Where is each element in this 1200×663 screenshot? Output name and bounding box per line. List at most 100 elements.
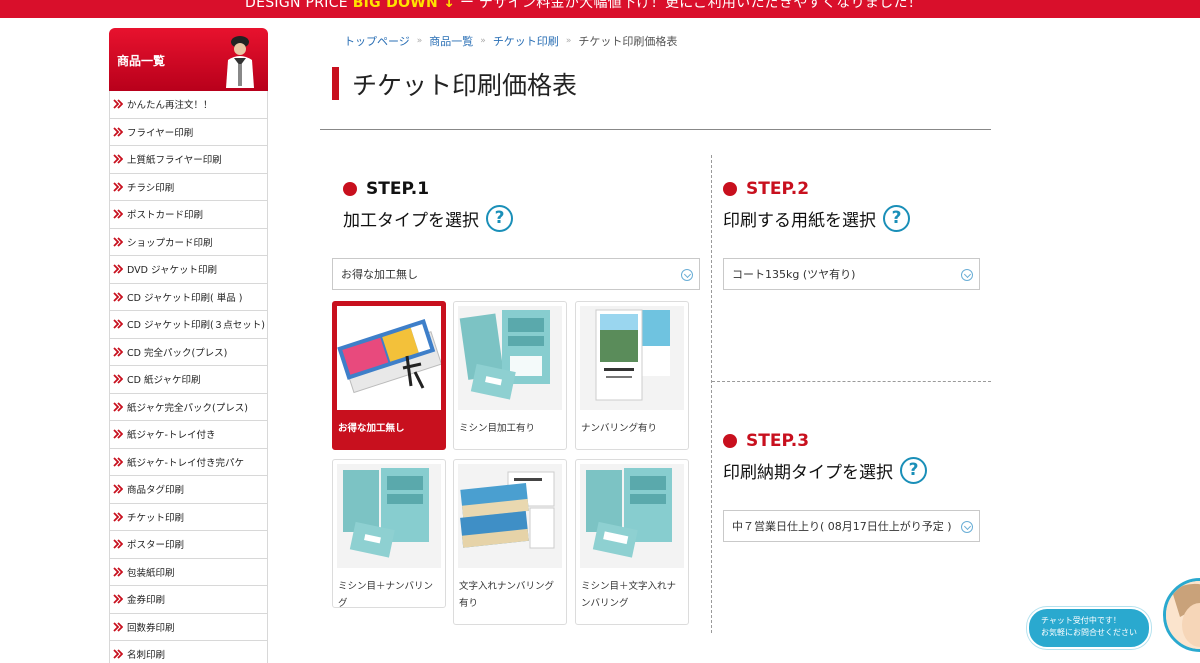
sidebar-item-label: 金券印刷 bbox=[127, 595, 166, 607]
sidebar-item[interactable]: CD 完全パック(プレス) bbox=[110, 338, 267, 366]
sidebar-item-label: 上質紙フライヤー印刷 bbox=[127, 155, 222, 167]
sidebar-item[interactable]: 商品タグ印刷 bbox=[110, 476, 267, 504]
arrow-right-icon bbox=[113, 374, 123, 384]
top-banner[interactable]: DESIGN PRICE BIG DOWN ↓ ー デザイン料金が大幅値下げ！更… bbox=[0, 0, 1200, 18]
sidebar: 商品一覧 かんたん再注文！！ フライヤー印刷 上質紙フライヤー印刷 チラシ印刷 ポストカ… bbox=[109, 28, 268, 663]
sidebar-item[interactable]: 紙ジャケ-トレイ付き完パケ bbox=[110, 448, 267, 476]
sidebar-item[interactable]: かんたん再注文！！ bbox=[110, 91, 267, 119]
process-option-card[interactable]: ミシン目加工有り bbox=[453, 301, 567, 450]
chat-operator-avatar[interactable] bbox=[1163, 578, 1200, 652]
step1-subtitle: 加工タイプを選択 bbox=[343, 211, 479, 231]
step-divider bbox=[712, 381, 991, 382]
sidebar-item-label: フライヤー印刷 bbox=[127, 127, 194, 139]
step2-heading: STEP.2 印刷する用紙を選択 ? bbox=[723, 179, 910, 232]
sidebar-item-label: 包装紙印刷 bbox=[127, 567, 175, 579]
ticket-sample-image bbox=[458, 464, 562, 568]
sidebar-item-label: チケット印刷 bbox=[127, 512, 185, 524]
arrow-right-icon bbox=[113, 649, 123, 659]
process-option-card[interactable]: ナンバリング有り bbox=[575, 301, 689, 450]
banner-suffix: ー デザイン料金が大幅値下げ！更にご利用いただきやすくなりました！ bbox=[460, 0, 923, 11]
step2-paper-select[interactable]: コート135kg (ツヤ有り) bbox=[723, 258, 980, 290]
arrow-right-icon bbox=[113, 292, 123, 302]
banner-highlight: BIG DOWN ↓ bbox=[352, 0, 456, 11]
chat-line-2: お気軽にお問合せください bbox=[1041, 628, 1137, 637]
sidebar-item[interactable]: 上質紙フライヤー印刷 bbox=[110, 146, 267, 174]
process-option-card[interactable]: ミシン目＋ナンバリング bbox=[332, 459, 446, 608]
sidebar-item[interactable]: 名刺印刷 bbox=[110, 641, 267, 663]
step1-process-select[interactable]: お得な加工無し bbox=[332, 258, 700, 290]
step3-select-value: 中７営業日仕上り( 08月17日仕上がり予定 ) bbox=[732, 520, 952, 533]
sidebar-item[interactable]: ポスター印刷 bbox=[110, 531, 267, 559]
breadcrumb-link-top[interactable]: トップページ bbox=[344, 33, 410, 49]
sidebar-item[interactable]: チケット印刷 bbox=[110, 503, 267, 531]
process-option-label: 文字入れナンバリング有り bbox=[459, 581, 555, 609]
arrow-right-icon bbox=[113, 594, 123, 604]
sidebar-item[interactable]: 回数券印刷 bbox=[110, 613, 267, 641]
breadcrumb-link-ticket[interactable]: チケット印刷 bbox=[493, 33, 559, 49]
sidebar-item-label: チラシ印刷 bbox=[127, 182, 175, 194]
step3-help-icon[interactable]: ? bbox=[900, 457, 927, 484]
page-title: チケット印刷価格表 bbox=[352, 71, 578, 100]
sidebar-item[interactable]: ポストカード印刷 bbox=[110, 201, 267, 229]
sidebar-list: かんたん再注文！！ フライヤー印刷上質紙フライヤー印刷 チラシ印刷ポストカード印刷シ… bbox=[109, 91, 268, 663]
step2-help-icon[interactable]: ? bbox=[883, 205, 910, 232]
sidebar-item[interactable]: 紙ジャケ-トレイ付き bbox=[110, 421, 267, 449]
sidebar-item[interactable]: CD ジャケット印刷( 単品 ) bbox=[110, 283, 267, 311]
step3-delivery-select[interactable]: 中７営業日仕上り( 08月17日仕上がり予定 ) bbox=[723, 510, 980, 542]
process-option-label: ミシン目＋文字入れナンバリング bbox=[581, 581, 677, 609]
arrow-right-icon bbox=[113, 127, 123, 137]
step2-label: STEP.2 bbox=[746, 179, 810, 199]
arrow-right-icon bbox=[113, 99, 123, 109]
sidebar-item-label: CD ジャケット印刷(３点セット) bbox=[127, 320, 265, 332]
sidebar-item-label: かんたん再注文！！ bbox=[127, 100, 213, 112]
arrow-right-icon bbox=[113, 154, 123, 164]
step1-label: STEP.1 bbox=[366, 179, 430, 199]
sidebar-item-label: 紙ジャケ完全パック(プレス) bbox=[127, 402, 248, 414]
arrow-right-icon bbox=[113, 209, 123, 219]
arrow-right-icon bbox=[113, 484, 123, 494]
process-option-card[interactable]: お得な加工無し bbox=[332, 301, 446, 450]
arrow-right-icon bbox=[113, 264, 123, 274]
step1-dot-icon bbox=[343, 182, 357, 196]
process-option-label: ミシン目＋ナンバリング bbox=[338, 581, 434, 608]
sidebar-item[interactable]: CD ジャケット印刷(３点セット) bbox=[110, 311, 267, 339]
process-option-card[interactable]: ミシン目＋文字入れナンバリング bbox=[575, 459, 689, 625]
sidebar-item-label: 紙ジャケ-トレイ付き bbox=[127, 430, 216, 442]
step2-select-value: コート135kg (ツヤ有り) bbox=[732, 268, 856, 281]
arrow-right-icon bbox=[113, 512, 123, 522]
page-title-accent bbox=[332, 67, 339, 100]
chevron-down-icon bbox=[961, 521, 973, 533]
step3-dot-icon bbox=[723, 434, 737, 448]
process-option-label: ナンバリング有り bbox=[581, 423, 658, 434]
title-divider bbox=[320, 129, 991, 130]
step1-help-icon[interactable]: ? bbox=[486, 205, 513, 232]
breadcrumb-separator: » bbox=[565, 36, 572, 46]
sidebar-item[interactable]: チラシ印刷 bbox=[110, 173, 267, 201]
sidebar-item[interactable]: 金券印刷 bbox=[110, 586, 267, 614]
step1-select-value: お得な加工無し bbox=[341, 268, 418, 281]
sidebar-item-label: ポスター印刷 bbox=[127, 540, 185, 552]
sidebar-item[interactable]: ショップカード印刷 bbox=[110, 228, 267, 256]
step3-label: STEP.3 bbox=[746, 431, 810, 451]
sidebar-item-label: 回数券印刷 bbox=[127, 622, 175, 634]
sidebar-item-label: CD ジャケット印刷( 単品 ) bbox=[127, 292, 243, 304]
sidebar-item[interactable]: CD 紙ジャケ印刷 bbox=[110, 366, 267, 394]
step3-subtitle: 印刷納期タイプを選択 bbox=[723, 463, 893, 483]
ticket-sample-image bbox=[580, 464, 684, 568]
process-option-card[interactable]: 文字入れナンバリング有り bbox=[453, 459, 567, 625]
sidebar-item-label: ショップカード印刷 bbox=[127, 237, 213, 249]
sidebar-item[interactable]: 紙ジャケ完全パック(プレス) bbox=[110, 393, 267, 421]
chat-bubble[interactable]: チャット受付中です！ お気軽にお問合せください bbox=[1027, 607, 1151, 649]
sidebar-item-label: ポストカード印刷 bbox=[127, 210, 204, 222]
sidebar-item[interactable]: フライヤー印刷 bbox=[110, 118, 267, 146]
arrow-right-icon bbox=[113, 567, 123, 577]
chat-widget[interactable]: チャット受付中です！ お気軽にお問合せください bbox=[1027, 578, 1200, 663]
sidebar-item-label: CD 完全パック(プレス) bbox=[127, 347, 228, 359]
ticket-sample-image bbox=[458, 306, 562, 410]
breadcrumb-current: チケット印刷価格表 bbox=[578, 35, 678, 48]
step3-heading: STEP.3 印刷納期タイプを選択 ? bbox=[723, 431, 927, 484]
sidebar-item[interactable]: DVD ジャケット印刷 bbox=[110, 256, 267, 284]
breadcrumb-link-products[interactable]: 商品一覧 bbox=[429, 33, 473, 49]
sidebar-item-label: CD 紙ジャケ印刷 bbox=[127, 375, 201, 387]
sidebar-item[interactable]: 包装紙印刷 bbox=[110, 558, 267, 586]
